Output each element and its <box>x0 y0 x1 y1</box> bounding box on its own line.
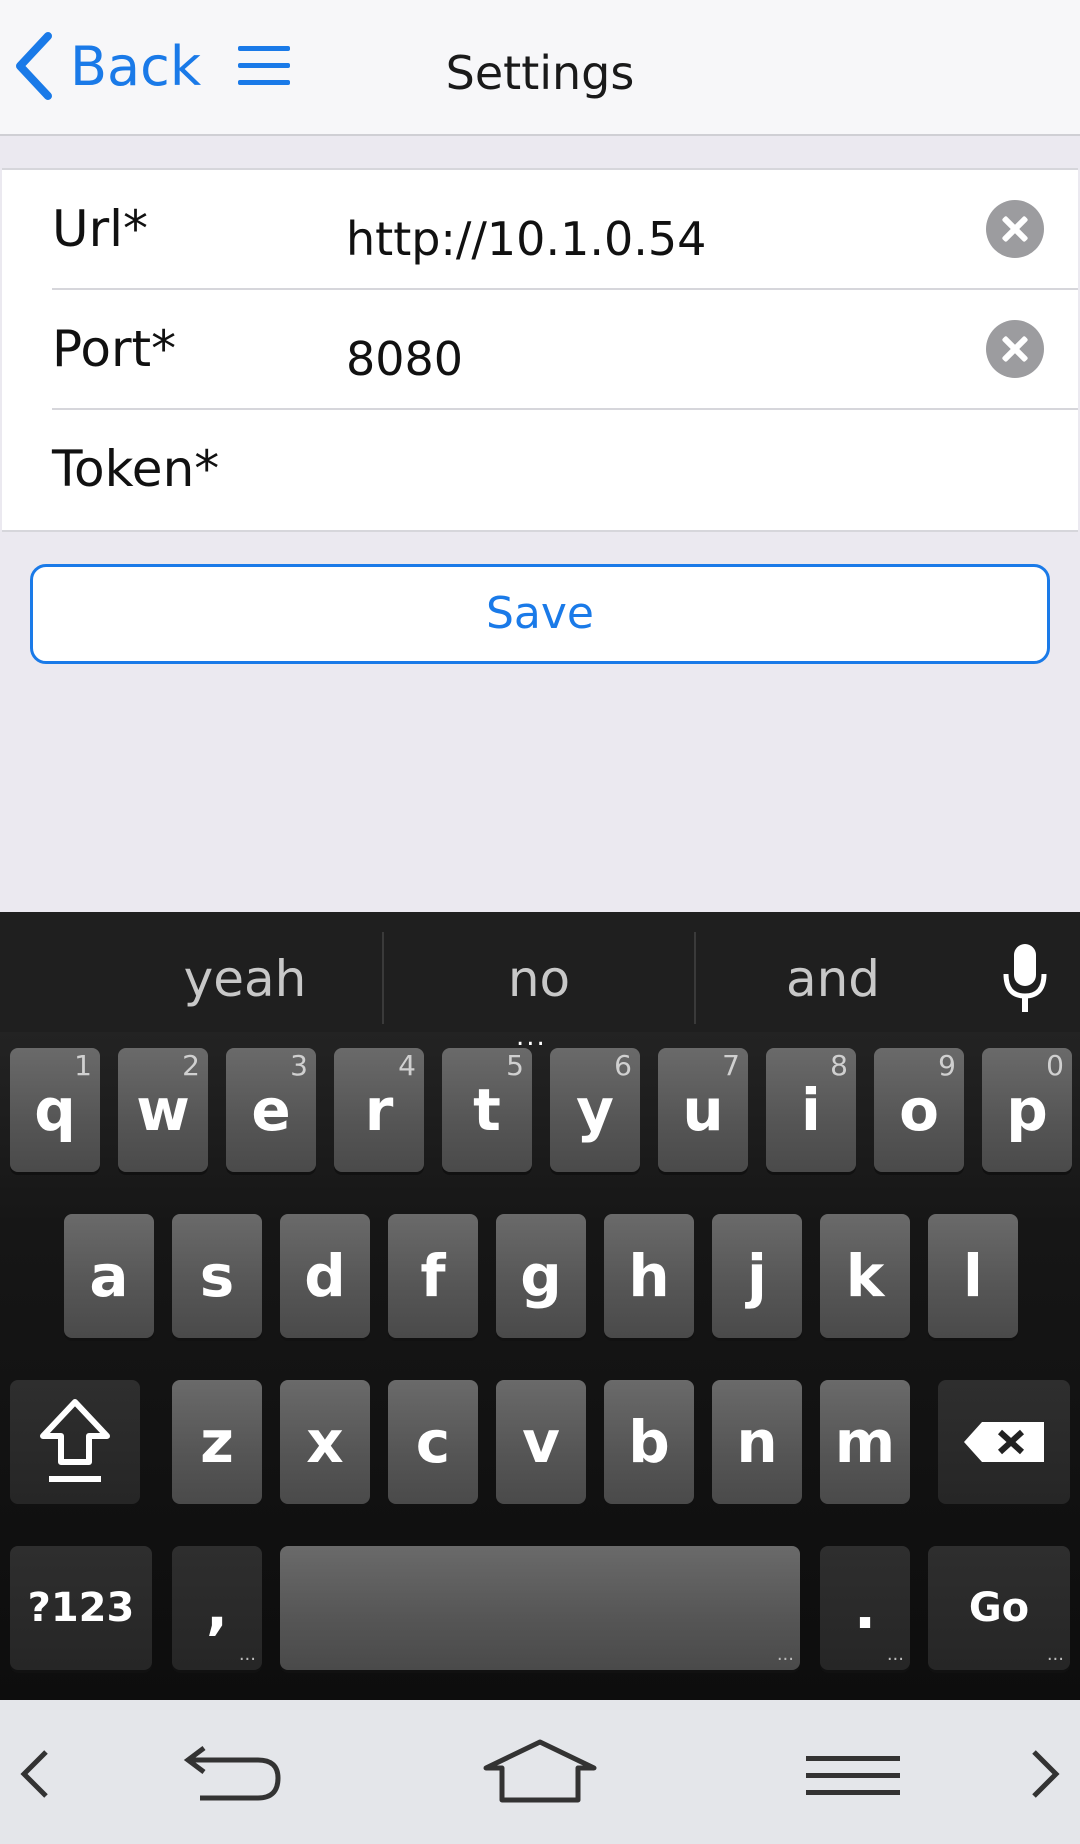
microphone-icon[interactable] <box>1000 942 1050 1014</box>
space-key[interactable]: ... <box>280 1546 800 1670</box>
key-number: 5 <box>506 1049 524 1082</box>
divider <box>382 932 384 1024</box>
key-number: 2 <box>182 1049 200 1082</box>
key-number: 7 <box>722 1049 740 1082</box>
suggestion-1[interactable]: yeah <box>150 950 340 1008</box>
page-title: Settings <box>445 46 635 100</box>
key-n[interactable]: n <box>712 1380 802 1504</box>
key-number: 3 <box>290 1049 308 1082</box>
key-label: q <box>34 1076 76 1144</box>
key-v[interactable]: v <box>496 1380 586 1504</box>
shift-key[interactable] <box>10 1380 140 1504</box>
url-label: Url* <box>52 200 149 258</box>
key-g[interactable]: g <box>496 1214 586 1338</box>
token-label: Token* <box>52 440 220 498</box>
return-arrow-icon[interactable] <box>174 1744 282 1804</box>
port-input[interactable]: 8080 <box>346 332 463 386</box>
key-x[interactable]: x <box>280 1380 370 1504</box>
key-t[interactable]: t5 <box>442 1048 532 1172</box>
key-more: ... <box>776 1644 794 1665</box>
key-e[interactable]: e3 <box>226 1048 316 1172</box>
clear-url-icon[interactable] <box>986 200 1044 258</box>
key-j[interactable]: j <box>712 1214 802 1338</box>
period-key[interactable]: .... <box>820 1546 910 1670</box>
suggestion-bar: yeah no ... and <box>0 912 1080 1052</box>
key-k[interactable]: k <box>820 1214 910 1338</box>
system-nav-bar <box>0 1700 1080 1844</box>
key-q[interactable]: q1 <box>10 1048 100 1172</box>
token-field-row[interactable]: Token* <box>2 410 1078 530</box>
key-i[interactable]: i8 <box>766 1048 856 1172</box>
key-label: y <box>576 1076 614 1144</box>
key-label: r <box>364 1076 394 1144</box>
key-more: ... <box>886 1644 904 1665</box>
key-label: t <box>473 1076 501 1144</box>
key-u[interactable]: u7 <box>658 1048 748 1172</box>
comma-key[interactable]: ,... <box>172 1546 262 1670</box>
go-key[interactable]: Go... <box>928 1546 1070 1670</box>
key-m[interactable]: m <box>820 1380 910 1504</box>
key-label: , <box>205 1574 229 1642</box>
key-l[interactable]: l <box>928 1214 1018 1338</box>
backspace-icon <box>964 1422 1044 1462</box>
divider <box>694 932 696 1024</box>
url-field-row[interactable]: Url* http://10.1.0.54 <box>2 170 1078 290</box>
key-label: p <box>1006 1076 1048 1144</box>
key-label: e <box>251 1076 291 1144</box>
key-number: 4 <box>398 1049 416 1082</box>
key-f[interactable]: f <box>388 1214 478 1338</box>
backspace-key[interactable] <box>938 1380 1070 1504</box>
key-label: u <box>682 1076 724 1144</box>
key-number: 6 <box>614 1049 632 1082</box>
key-more: ... <box>1046 1644 1064 1665</box>
key-z[interactable]: z <box>172 1380 262 1504</box>
key-label: i <box>801 1076 821 1144</box>
key-b[interactable]: b <box>604 1380 694 1504</box>
key-number: 0 <box>1046 1049 1064 1082</box>
key-label: w <box>136 1076 190 1144</box>
key-o[interactable]: o9 <box>874 1048 964 1172</box>
key-r[interactable]: r4 <box>334 1048 424 1172</box>
key-label: Go <box>968 1585 1030 1631</box>
key-d[interactable]: d <box>280 1214 370 1338</box>
clear-port-icon[interactable] <box>986 320 1044 378</box>
suggestion-2[interactable]: no <box>444 950 634 1008</box>
port-label: Port* <box>52 320 177 378</box>
home-icon[interactable] <box>480 1738 600 1804</box>
key-c[interactable]: c <box>388 1380 478 1504</box>
soft-keyboard: yeah no ... and q1 w2 e3 r4 t5 y6 u7 i8 … <box>0 912 1080 1700</box>
url-input[interactable]: http://10.1.0.54 <box>346 212 706 266</box>
key-a[interactable]: a <box>64 1214 154 1338</box>
key-y[interactable]: y6 <box>550 1048 640 1172</box>
chevron-left-icon[interactable] <box>18 1748 50 1800</box>
menu-lines-icon[interactable] <box>806 1754 900 1798</box>
save-button[interactable]: Save <box>30 564 1050 664</box>
symbols-key[interactable]: ?123 <box>10 1546 152 1670</box>
key-number: 8 <box>830 1049 848 1082</box>
key-h[interactable]: h <box>604 1214 694 1338</box>
app-header: Back Settings <box>0 0 1080 136</box>
shift-arrow-icon <box>40 1399 110 1482</box>
key-p[interactable]: p0 <box>982 1048 1072 1172</box>
settings-form: Url* http://10.1.0.54 Port* 8080 Token* <box>2 168 1078 532</box>
key-label: . <box>853 1574 877 1642</box>
key-number: 1 <box>74 1049 92 1082</box>
chevron-right-icon[interactable] <box>1030 1748 1062 1800</box>
key-more: ... <box>238 1644 256 1665</box>
key-s[interactable]: s <box>172 1214 262 1338</box>
key-label: o <box>899 1076 939 1144</box>
key-w[interactable]: w2 <box>118 1048 208 1172</box>
key-number: 9 <box>938 1049 956 1082</box>
port-field-row[interactable]: Port* 8080 <box>2 290 1078 410</box>
suggestion-3[interactable]: and <box>738 950 928 1008</box>
